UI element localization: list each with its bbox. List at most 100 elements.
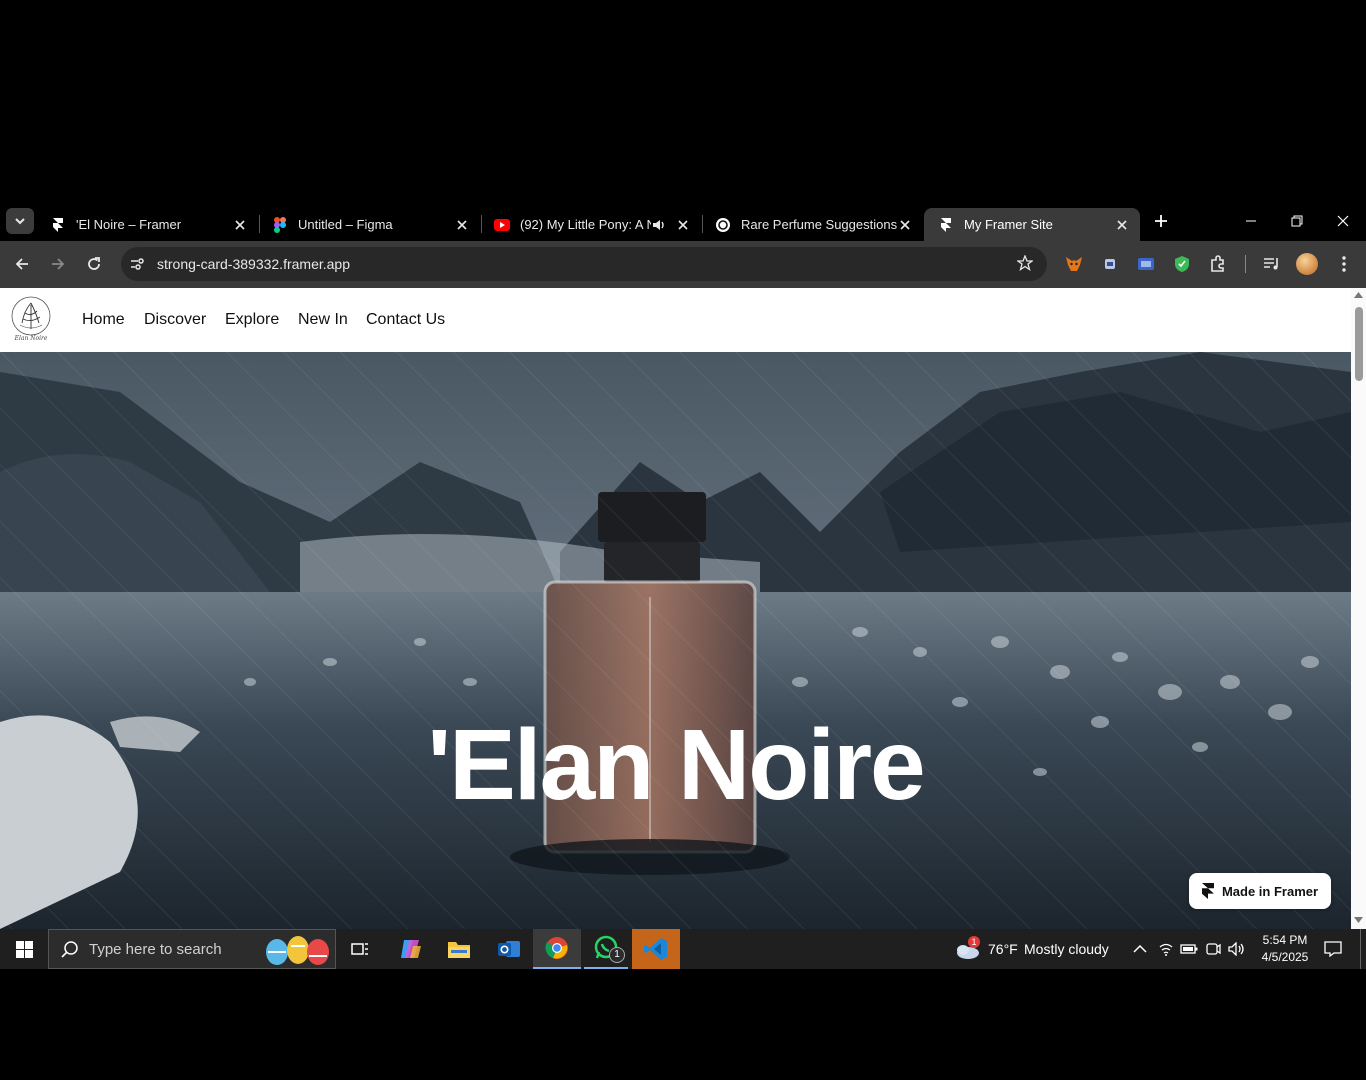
weather-badge: 1 (968, 936, 980, 948)
tab-figma[interactable]: Untitled – Figma (258, 208, 480, 241)
close-icon[interactable] (675, 217, 691, 233)
chrome-icon (545, 937, 568, 959)
battery-icon[interactable] (1179, 929, 1199, 969)
made-in-framer-label: Made in Framer (1221, 883, 1319, 899)
reload-button[interactable] (81, 251, 107, 277)
extensions-puzzle-icon[interactable] (1208, 254, 1228, 274)
windows-logo-icon (15, 940, 33, 958)
tab-strip: 'El Noire – Framer Untitled – Figma (92)… (0, 200, 1366, 241)
search-icon (61, 941, 78, 958)
notifications-button[interactable] (1320, 929, 1346, 969)
url-text: strong-card-389332.framer.app (157, 256, 350, 272)
tab-rare-perfume[interactable]: Rare Perfume Suggestions (701, 208, 923, 241)
screen: 'El Noire – Framer Untitled – Figma (92)… (0, 0, 1366, 1080)
chevron-up-icon (1133, 945, 1147, 953)
plus-icon (1155, 215, 1167, 227)
metamask-extension-icon[interactable] (1064, 254, 1084, 274)
close-icon[interactable] (897, 217, 913, 233)
openai-icon (715, 217, 731, 233)
notification-icon (1324, 941, 1342, 957)
nav-contact-us[interactable]: Contact Us (366, 311, 445, 329)
search-placeholder: Type here to search (89, 940, 222, 958)
framer-icon (50, 217, 66, 233)
reload-icon (88, 257, 100, 270)
weather-temp: 76°F (988, 941, 1018, 957)
scrollbar-thumb[interactable] (1355, 307, 1363, 381)
device-icon[interactable] (1203, 929, 1223, 969)
outlook-button[interactable] (492, 929, 526, 969)
tab-el-noire-framer[interactable]: 'El Noire – Framer (36, 208, 258, 241)
system-clock[interactable]: 5:54 PM 4/5/2025 (1252, 932, 1318, 966)
site-info-icon[interactable] (129, 256, 145, 277)
tab-title: 'El Noire – Framer (76, 217, 182, 232)
chrome-menu-button[interactable] (1334, 254, 1354, 274)
nav-new-in[interactable]: New In (298, 311, 348, 329)
weather-description: Mostly cloudy (1024, 941, 1109, 957)
nav-home[interactable]: Home (82, 311, 125, 329)
task-view-icon (351, 943, 368, 955)
tab-youtube[interactable]: (92) My Little Pony: A Ne (480, 208, 701, 241)
hero-title: 'Elan Noire (427, 709, 925, 821)
clock-time: 5:54 PM (1262, 933, 1308, 947)
close-icon[interactable] (454, 217, 470, 233)
scroll-up-arrow-icon (1354, 292, 1363, 298)
chevron-down-icon (15, 218, 25, 225)
weather-icon[interactable]: 1 (952, 929, 982, 969)
screenshot-extension-icon[interactable] (1136, 254, 1156, 274)
close-window-button[interactable] (1320, 200, 1366, 241)
show-hidden-icons-button[interactable] (1130, 929, 1150, 969)
toolbar-divider (1245, 255, 1246, 273)
copilot-icon (401, 940, 421, 958)
site-logo[interactable]: Elan Noire (10, 295, 52, 345)
speaker-icon[interactable] (651, 217, 667, 233)
restore-button[interactable] (1274, 200, 1320, 241)
network-icon[interactable] (1156, 929, 1176, 969)
tab-title: Rare Perfume Suggestions (741, 217, 897, 232)
show-desktop-button[interactable] (1360, 929, 1366, 969)
easter-eggs-icon (266, 936, 329, 965)
scroll-down-arrow-icon (1354, 917, 1363, 923)
extension-square-icon[interactable] (1100, 254, 1120, 274)
volume-icon[interactable] (1226, 929, 1248, 969)
tab-my-framer-site[interactable]: My Framer Site (924, 208, 1140, 241)
address-bar[interactable]: strong-card-389332.framer.app (121, 247, 1047, 281)
tab-title: (92) My Little Pony: A Ne (520, 217, 651, 232)
folder-icon (448, 942, 470, 958)
minimize-button[interactable] (1228, 200, 1274, 241)
media-control-icon[interactable] (1262, 254, 1282, 274)
task-view-button[interactable] (345, 929, 375, 969)
back-button[interactable] (9, 251, 35, 277)
tab-search-button[interactable] (6, 208, 34, 234)
hero-background-image (0, 352, 1351, 929)
profile-avatar[interactable] (1296, 253, 1318, 275)
new-tab-button[interactable] (1148, 208, 1174, 234)
whatsapp-badge: 1 (609, 947, 625, 963)
arrow-right-icon (52, 258, 65, 270)
minimize-icon (1246, 220, 1256, 221)
close-icon[interactable] (232, 217, 248, 233)
site-navbar: Elan Noire Home Discover Explore New In … (0, 288, 1351, 352)
whatsapp-taskbar-button[interactable]: 1 (584, 929, 628, 969)
clock-date: 4/5/2025 (1261, 950, 1309, 964)
framer-icon (938, 217, 954, 233)
file-explorer-button[interactable] (442, 929, 476, 969)
made-in-framer-badge[interactable]: Made in Framer (1189, 873, 1331, 909)
chrome-taskbar-button[interactable] (533, 929, 581, 969)
forward-button[interactable] (45, 251, 71, 277)
vscode-taskbar-button[interactable] (632, 929, 680, 969)
more-vertical-icon (1342, 256, 1346, 272)
nav-explore[interactable]: Explore (225, 311, 279, 329)
shield-extension-icon[interactable] (1172, 254, 1192, 274)
bookmark-star-icon[interactable] (1016, 254, 1034, 276)
tab-title: My Framer Site (964, 217, 1053, 232)
nav-discover[interactable]: Discover (144, 311, 206, 329)
start-button[interactable] (0, 929, 48, 969)
page-scrollbar[interactable] (1351, 288, 1366, 929)
web-page: Elan Noire Home Discover Explore New In … (0, 288, 1351, 929)
copilot-button[interactable] (394, 929, 428, 969)
restore-icon (1291, 215, 1303, 226)
arrow-left-icon (15, 258, 28, 270)
vscode-icon (644, 938, 667, 960)
taskbar-search-box[interactable]: Type here to search (48, 929, 336, 969)
close-icon[interactable] (1114, 217, 1130, 233)
